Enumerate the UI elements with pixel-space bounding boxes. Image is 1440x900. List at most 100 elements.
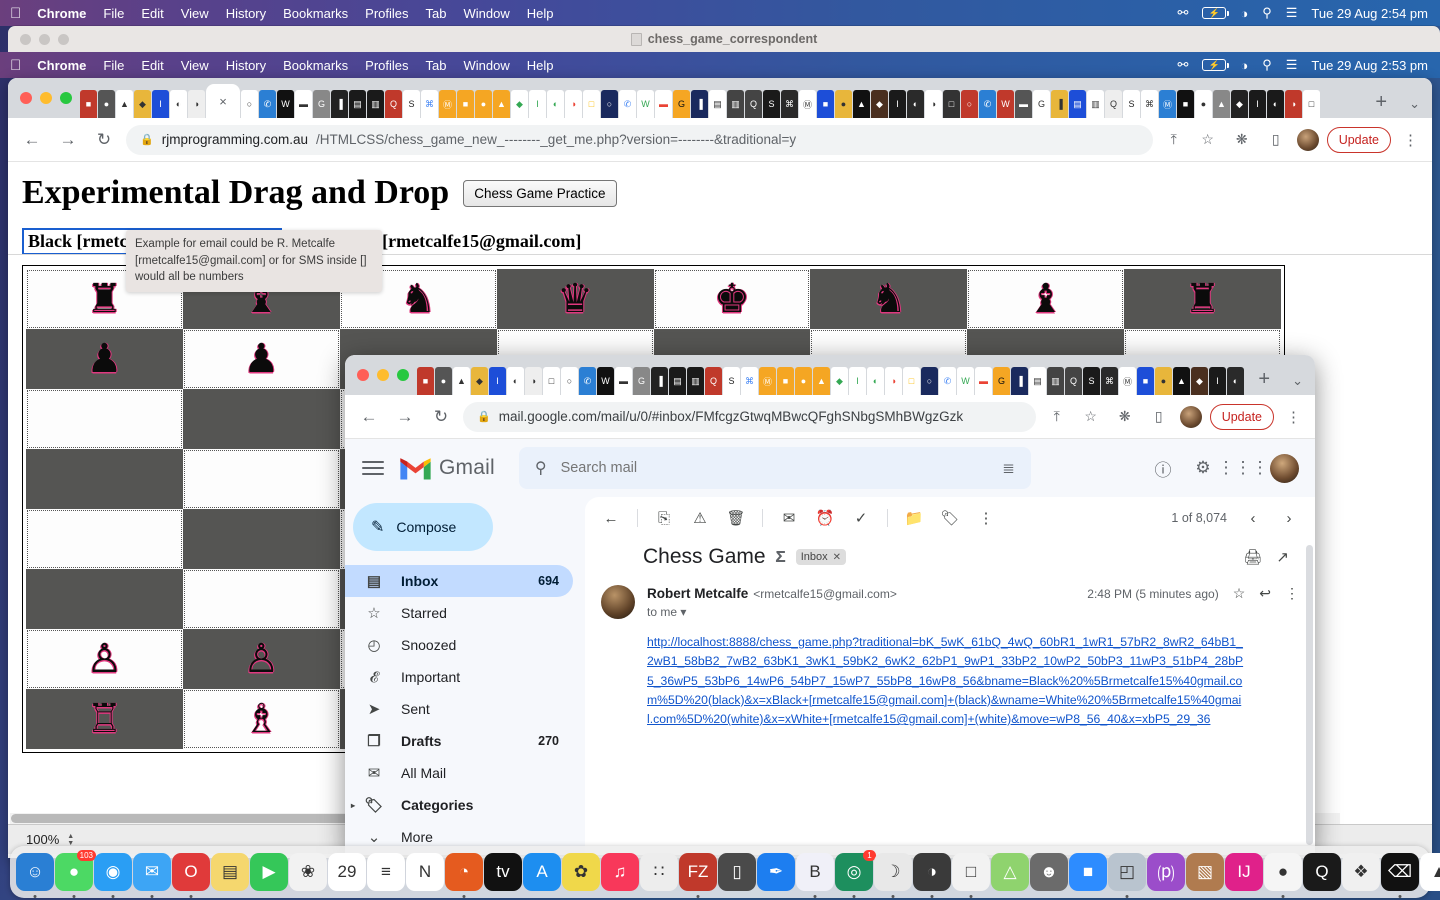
browser-tab-favicon[interactable]: ▲ (453, 367, 470, 395)
help-icon[interactable]: ⓘ (1150, 455, 1176, 481)
browser-tab-favicon[interactable]: ▥ (727, 90, 744, 118)
dock-icon-intellij[interactable]: IJ (1225, 853, 1263, 891)
gmail-new-tab-button[interactable]: + (1248, 368, 1280, 395)
search-mail-box[interactable]: ⚲ ≣ (518, 447, 1031, 489)
browser-tab-favicon[interactable]: ◆ (511, 90, 528, 118)
board-square[interactable] (26, 509, 183, 569)
board-square[interactable]: ♟ (182, 329, 340, 389)
search-icon-2[interactable]: ⚲ (1262, 57, 1272, 73)
dock-icon-chrome-canary[interactable]: ◎ 1 (835, 850, 876, 898)
dock-icon-photos[interactable]: ❀ (289, 853, 327, 891)
menu-help[interactable]: Help (527, 6, 554, 21)
dock-icon-brave[interactable]: B (796, 853, 834, 898)
browser-tab-favicon[interactable]: ⌘ (781, 90, 798, 118)
chess-piece[interactable]: ♞ (400, 279, 436, 319)
search-options-icon[interactable]: ≣ (1002, 459, 1015, 477)
gmail-logo[interactable]: Gmail (399, 456, 495, 481)
inbox-label-chip[interactable]: Inbox ✕ (795, 549, 846, 565)
browser-tab-favicon[interactable]: ● (475, 90, 492, 118)
browser-tab-favicon[interactable]: ▬ (1015, 90, 1032, 118)
board-square[interactable] (182, 389, 340, 449)
browser-tab-favicon[interactable]: ▤ (1029, 367, 1046, 395)
menu-history[interactable]: History (226, 6, 266, 21)
chess-game-practice-button[interactable]: Chess Game Practice (463, 179, 617, 207)
dock-icon-pages[interactable]: □ (952, 853, 990, 898)
menu-view[interactable]: View (181, 6, 209, 21)
browser-tab-favicon[interactable]: ◑ (1285, 90, 1302, 118)
browser-tab-favicon[interactable]: ▐ (651, 367, 668, 395)
wifi-icon-2[interactable]: ◑ (1240, 58, 1248, 73)
gmail-window-close-icon[interactable] (357, 369, 369, 381)
dock-icon-screenshot[interactable]: ◰ (1108, 853, 1146, 898)
apple-logo-icon-2[interactable]:  (10, 58, 21, 73)
gmail-tab-search-chevron-down-icon[interactable]: ⌄ (1280, 373, 1315, 395)
window-minimize-icon[interactable] (40, 92, 52, 104)
browser-tab-favicon[interactable]: ○ (961, 90, 978, 118)
browser-tab-favicon[interactable]: ▥ (367, 90, 384, 118)
browser-tab-favicon[interactable]: G (313, 90, 330, 118)
dock-icon-messages[interactable]: ● 103 (55, 850, 96, 898)
board-square[interactable]: ♚ (653, 269, 811, 329)
important-marker-icon[interactable]: 𝚺 (776, 549, 786, 566)
gmail-window-minimize-icon[interactable] (377, 369, 389, 381)
chess-piece[interactable]: ♜ (87, 279, 123, 319)
forward-arrow-icon[interactable]: → (54, 126, 82, 154)
chess-piece[interactable]: ♙ (243, 639, 279, 679)
browser-tab-favicon[interactable]: ● (1195, 90, 1212, 118)
browser-tab-favicon[interactable]: S (403, 90, 420, 118)
browser-tab-favicon[interactable]: ⌘ (741, 367, 758, 395)
browser-tab-favicon[interactable]: W (957, 367, 974, 395)
board-square[interactable]: ♜ (1124, 269, 1281, 329)
browser-tab-favicon[interactable]: □ (943, 90, 960, 118)
share-icon[interactable]: ⤒ (1161, 127, 1187, 153)
gmail-extensions-puzzle-icon[interactable]: ❋ (1112, 404, 1138, 430)
sidebar-item-important[interactable]: 𝓔 Important (345, 661, 573, 693)
menu-window[interactable]: Window (464, 6, 510, 21)
browser-tab-favicon[interactable]: ● (795, 367, 812, 395)
gmail-side-panel-icon[interactable]: ▯ (1146, 404, 1172, 430)
dock-icon-paint[interactable]: ✿ (562, 853, 600, 891)
bluetooth-icon-2[interactable]: ⚯ (1177, 57, 1188, 73)
menu-profiles[interactable]: Profiles (365, 6, 408, 21)
gmail-reload-icon[interactable]: ↻ (427, 403, 455, 431)
dock-icon-app-store[interactable]: A (523, 853, 561, 891)
board-square[interactable] (26, 569, 183, 629)
browser-tab-favicon[interactable]: ✆ (579, 367, 596, 395)
gear-icon[interactable]: ⚙ (1190, 455, 1216, 481)
browser-tab-favicon[interactable]: Q (385, 90, 402, 118)
browser-tab-favicon[interactable]: ✆ (619, 90, 636, 118)
browser-tab-favicon[interactable]: ◑ (188, 90, 205, 118)
browser-tab-favicon[interactable]: W (277, 90, 294, 118)
sidebar-item-all-mail[interactable]: ✉ All Mail (345, 757, 573, 789)
browser-tab-favicon[interactable]: ▤ (669, 367, 686, 395)
browser-tab-favicon[interactable]: ▲ (1173, 367, 1190, 395)
browser-tab-favicon[interactable]: S (1083, 367, 1100, 395)
wifi-icon[interactable]: ◑ (1240, 6, 1248, 21)
clock-second[interactable]: Tue 29 Aug 2:53 pm (1311, 58, 1428, 73)
browser-tab-favicon[interactable]: ▬ (615, 367, 632, 395)
sidebar-item-sent[interactable]: ➤ Sent (345, 693, 573, 725)
dock-icon-gimp[interactable]: ☻ (1030, 853, 1068, 891)
message-more-icon[interactable]: ⋮ (1285, 585, 1299, 602)
browser-tab-favicon[interactable]: W (997, 90, 1014, 118)
browser-tab-favicon[interactable]: ● (835, 90, 852, 118)
menu2-history[interactable]: History (226, 58, 266, 73)
browser-tab-favicon[interactable]: ◐ (547, 90, 564, 118)
browser-tab-favicon[interactable]: ▲ (1213, 90, 1230, 118)
gmail-window-zoom-icon[interactable] (397, 369, 409, 381)
chrome-menu-kebab-icon[interactable]: ⋮ (1399, 131, 1422, 149)
menu-edit[interactable]: Edit (141, 6, 163, 21)
chrome1-tab-list[interactable]: ■ ● ▲ ◆ I ◐ ◑ × ○ ✆ W ▬ G ▐ ▤ ▥ Q S ⌘ Ⓜ ■ ● ▲ ◆ I ◐ ◑ □ ○ ✆ W ▬ G ▐ ▤ ▥ Q S ⌘ Ⓜ… (80, 78, 1365, 118)
more-options-icon[interactable]: ⋮ (970, 502, 1002, 534)
delete-icon[interactable]: 🗑 (720, 502, 752, 534)
menu2-help[interactable]: Help (527, 58, 554, 73)
star-icon[interactable]: ☆ (1233, 585, 1246, 602)
browser-tab-favicon[interactable]: S (1123, 90, 1140, 118)
dock-icon-launchpad[interactable]: ∷ (640, 853, 678, 891)
browser-tab-favicon[interactable]: W (637, 90, 654, 118)
window-close-icon[interactable] (20, 92, 32, 104)
browser-tab-favicon[interactable]: ▐ (691, 90, 708, 118)
browser-tab-favicon[interactable]: G (1033, 90, 1050, 118)
browser-tab-favicon[interactable]: I (1249, 90, 1266, 118)
browser-tab-favicon[interactable]: ◐ (507, 367, 524, 395)
